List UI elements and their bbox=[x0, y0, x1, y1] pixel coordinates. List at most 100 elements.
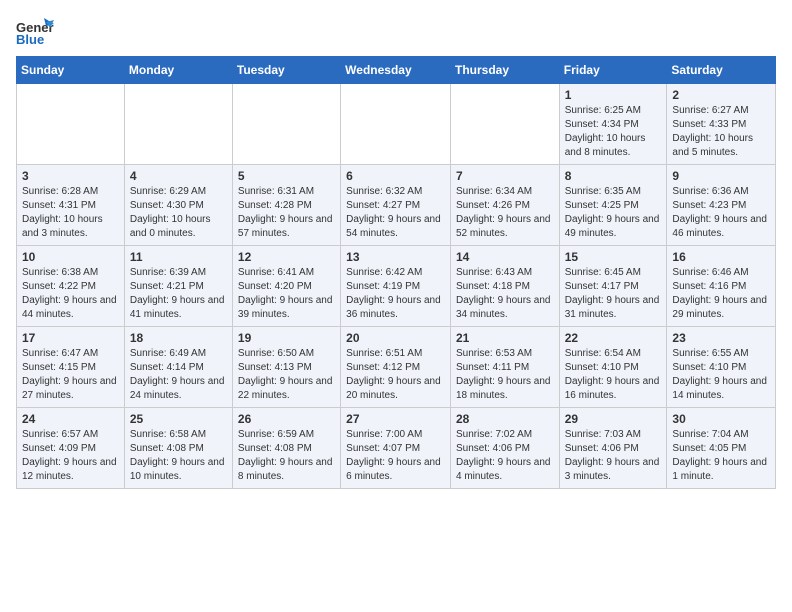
day-info: Sunrise: 6:46 AM Sunset: 4:16 PM Dayligh… bbox=[672, 266, 770, 322]
calendar-cell: 14Sunrise: 6:43 AM Sunset: 4:18 PM Dayli… bbox=[450, 246, 559, 327]
calendar-cell: 15 Sunrise: 6:45 AM Sunset: 4:17 PM Dayli… bbox=[559, 246, 667, 327]
day-info: Sunrise: 6:49 AM Sunset: 4:14 PM Dayligh… bbox=[130, 347, 227, 403]
day-number: 8 bbox=[565, 169, 662, 183]
day-number: 20 bbox=[346, 331, 445, 345]
weekday-header: Friday bbox=[559, 57, 667, 84]
day-info: Sunrise: 7:02 AM Sunset: 4:06 PM Dayligh… bbox=[456, 428, 554, 484]
day-number: 15 bbox=[565, 250, 662, 264]
calendar-cell bbox=[450, 84, 559, 165]
day-info: Sunrise: 6:39 AM Sunset: 4:21 PM Dayligh… bbox=[130, 266, 227, 322]
calendar-cell: 2 Sunrise: 6:27 AM Sunset: 4:33 PM Daylig… bbox=[667, 84, 776, 165]
calendar-cell: 5 Sunrise: 6:31 AM Sunset: 4:28 PM Daylig… bbox=[232, 165, 340, 246]
day-info: Sunrise: 6:31 AM Sunset: 4:28 PM Dayligh… bbox=[238, 185, 335, 241]
calendar-week-row: 10Sunrise: 6:38 AM Sunset: 4:22 PM Dayli… bbox=[17, 246, 776, 327]
day-number: 1 bbox=[565, 88, 662, 102]
day-number: 12 bbox=[238, 250, 335, 264]
calendar-cell: 17Sunrise: 6:47 AM Sunset: 4:15 PM Dayli… bbox=[17, 327, 125, 408]
calendar-cell: 3Sunrise: 6:28 AM Sunset: 4:31 PM Daylig… bbox=[17, 165, 125, 246]
logo-icon: General Blue bbox=[16, 16, 54, 48]
svg-text:Blue: Blue bbox=[16, 32, 44, 47]
day-number: 4 bbox=[130, 169, 227, 183]
calendar-cell: 25 Sunrise: 6:58 AM Sunset: 4:08 PM Dayli… bbox=[124, 408, 232, 489]
calendar-cell bbox=[232, 84, 340, 165]
day-number: 24 bbox=[22, 412, 119, 426]
weekday-header: Saturday bbox=[667, 57, 776, 84]
day-info: Sunrise: 6:54 AM Sunset: 4:10 PM Dayligh… bbox=[565, 347, 662, 403]
day-info: Sunrise: 6:53 AM Sunset: 4:11 PM Dayligh… bbox=[456, 347, 554, 403]
day-info: Sunrise: 7:03 AM Sunset: 4:06 PM Dayligh… bbox=[565, 428, 662, 484]
day-info: Sunrise: 6:51 AM Sunset: 4:12 PM Dayligh… bbox=[346, 347, 445, 403]
calendar-cell: 12Sunrise: 6:41 AM Sunset: 4:20 PM Dayli… bbox=[232, 246, 340, 327]
day-info: Sunrise: 6:32 AM Sunset: 4:27 PM Dayligh… bbox=[346, 185, 445, 241]
day-number: 7 bbox=[456, 169, 554, 183]
day-number: 25 bbox=[130, 412, 227, 426]
day-number: 22 bbox=[565, 331, 662, 345]
calendar-cell: 30 Sunrise: 7:04 AM Sunset: 4:05 PM Dayli… bbox=[667, 408, 776, 489]
day-info: Sunrise: 6:29 AM Sunset: 4:30 PM Dayligh… bbox=[130, 185, 227, 241]
calendar-week-row: 24 Sunrise: 6:57 AM Sunset: 4:09 PM Dayli… bbox=[17, 408, 776, 489]
day-info: Sunrise: 6:25 AM Sunset: 4:34 PM Dayligh… bbox=[565, 104, 662, 160]
calendar-cell: 19 Sunrise: 6:50 AM Sunset: 4:13 PM Dayli… bbox=[232, 327, 340, 408]
day-number: 11 bbox=[130, 250, 227, 264]
calendar-cell: 21Sunrise: 6:53 AM Sunset: 4:11 PM Dayli… bbox=[450, 327, 559, 408]
calendar-cell: 23 Sunrise: 6:55 AM Sunset: 4:10 PM Dayli… bbox=[667, 327, 776, 408]
day-number: 27 bbox=[346, 412, 445, 426]
day-info: Sunrise: 6:28 AM Sunset: 4:31 PM Dayligh… bbox=[22, 185, 119, 241]
calendar-cell: 1 Sunrise: 6:25 AM Sunset: 4:34 PM Daylig… bbox=[559, 84, 667, 165]
calendar-cell: 11 Sunrise: 6:39 AM Sunset: 4:21 PM Dayli… bbox=[124, 246, 232, 327]
calendar-cell: 6 Sunrise: 6:32 AM Sunset: 4:27 PM Daylig… bbox=[341, 165, 451, 246]
calendar-cell: 18 Sunrise: 6:49 AM Sunset: 4:14 PM Dayli… bbox=[124, 327, 232, 408]
calendar-table: SundayMondayTuesdayWednesdayThursdayFrid… bbox=[16, 56, 776, 489]
weekday-header: Monday bbox=[124, 57, 232, 84]
calendar-cell: 4 Sunrise: 6:29 AM Sunset: 4:30 PM Daylig… bbox=[124, 165, 232, 246]
day-number: 10 bbox=[22, 250, 119, 264]
calendar-cell: 28 Sunrise: 7:02 AM Sunset: 4:06 PM Dayli… bbox=[450, 408, 559, 489]
day-number: 18 bbox=[130, 331, 227, 345]
weekday-header: Thursday bbox=[450, 57, 559, 84]
calendar-cell bbox=[124, 84, 232, 165]
calendar-cell: 8Sunrise: 6:35 AM Sunset: 4:25 PM Daylig… bbox=[559, 165, 667, 246]
day-info: Sunrise: 6:45 AM Sunset: 4:17 PM Dayligh… bbox=[565, 266, 662, 322]
day-info: Sunrise: 6:36 AM Sunset: 4:23 PM Dayligh… bbox=[672, 185, 770, 241]
day-info: Sunrise: 6:34 AM Sunset: 4:26 PM Dayligh… bbox=[456, 185, 554, 241]
day-info: Sunrise: 6:50 AM Sunset: 4:13 PM Dayligh… bbox=[238, 347, 335, 403]
calendar-cell bbox=[17, 84, 125, 165]
calendar-cell: 9 Sunrise: 6:36 AM Sunset: 4:23 PM Daylig… bbox=[667, 165, 776, 246]
weekday-header: Tuesday bbox=[232, 57, 340, 84]
day-info: Sunrise: 7:00 AM Sunset: 4:07 PM Dayligh… bbox=[346, 428, 445, 484]
calendar-cell: 13 Sunrise: 6:42 AM Sunset: 4:19 PM Dayli… bbox=[341, 246, 451, 327]
calendar-cell: 29 Sunrise: 7:03 AM Sunset: 4:06 PM Dayli… bbox=[559, 408, 667, 489]
day-info: Sunrise: 6:42 AM Sunset: 4:19 PM Dayligh… bbox=[346, 266, 445, 322]
day-info: Sunrise: 6:27 AM Sunset: 4:33 PM Dayligh… bbox=[672, 104, 770, 160]
weekday-header: Wednesday bbox=[341, 57, 451, 84]
calendar-cell: 27 Sunrise: 7:00 AM Sunset: 4:07 PM Dayli… bbox=[341, 408, 451, 489]
day-number: 2 bbox=[672, 88, 770, 102]
day-number: 28 bbox=[456, 412, 554, 426]
day-info: Sunrise: 7:04 AM Sunset: 4:05 PM Dayligh… bbox=[672, 428, 770, 484]
calendar-cell: 16 Sunrise: 6:46 AM Sunset: 4:16 PM Dayli… bbox=[667, 246, 776, 327]
day-number: 5 bbox=[238, 169, 335, 183]
page-header: General Blue bbox=[16, 16, 776, 48]
day-info: Sunrise: 6:47 AM Sunset: 4:15 PM Dayligh… bbox=[22, 347, 119, 403]
day-info: Sunrise: 6:55 AM Sunset: 4:10 PM Dayligh… bbox=[672, 347, 770, 403]
day-number: 6 bbox=[346, 169, 445, 183]
day-info: Sunrise: 6:57 AM Sunset: 4:09 PM Dayligh… bbox=[22, 428, 119, 484]
day-info: Sunrise: 6:59 AM Sunset: 4:08 PM Dayligh… bbox=[238, 428, 335, 484]
calendar-cell: 7 Sunrise: 6:34 AM Sunset: 4:26 PM Daylig… bbox=[450, 165, 559, 246]
day-info: Sunrise: 6:58 AM Sunset: 4:08 PM Dayligh… bbox=[130, 428, 227, 484]
day-number: 16 bbox=[672, 250, 770, 264]
day-number: 13 bbox=[346, 250, 445, 264]
calendar-cell: 26Sunrise: 6:59 AM Sunset: 4:08 PM Dayli… bbox=[232, 408, 340, 489]
weekday-header: Sunday bbox=[17, 57, 125, 84]
calendar-header-row: SundayMondayTuesdayWednesdayThursdayFrid… bbox=[17, 57, 776, 84]
day-number: 9 bbox=[672, 169, 770, 183]
calendar-week-row: 1 Sunrise: 6:25 AM Sunset: 4:34 PM Daylig… bbox=[17, 84, 776, 165]
calendar-cell: 22 Sunrise: 6:54 AM Sunset: 4:10 PM Dayli… bbox=[559, 327, 667, 408]
calendar-cell: 10Sunrise: 6:38 AM Sunset: 4:22 PM Dayli… bbox=[17, 246, 125, 327]
day-number: 23 bbox=[672, 331, 770, 345]
calendar-week-row: 3Sunrise: 6:28 AM Sunset: 4:31 PM Daylig… bbox=[17, 165, 776, 246]
day-number: 30 bbox=[672, 412, 770, 426]
day-number: 19 bbox=[238, 331, 335, 345]
calendar-week-row: 17Sunrise: 6:47 AM Sunset: 4:15 PM Dayli… bbox=[17, 327, 776, 408]
day-number: 29 bbox=[565, 412, 662, 426]
